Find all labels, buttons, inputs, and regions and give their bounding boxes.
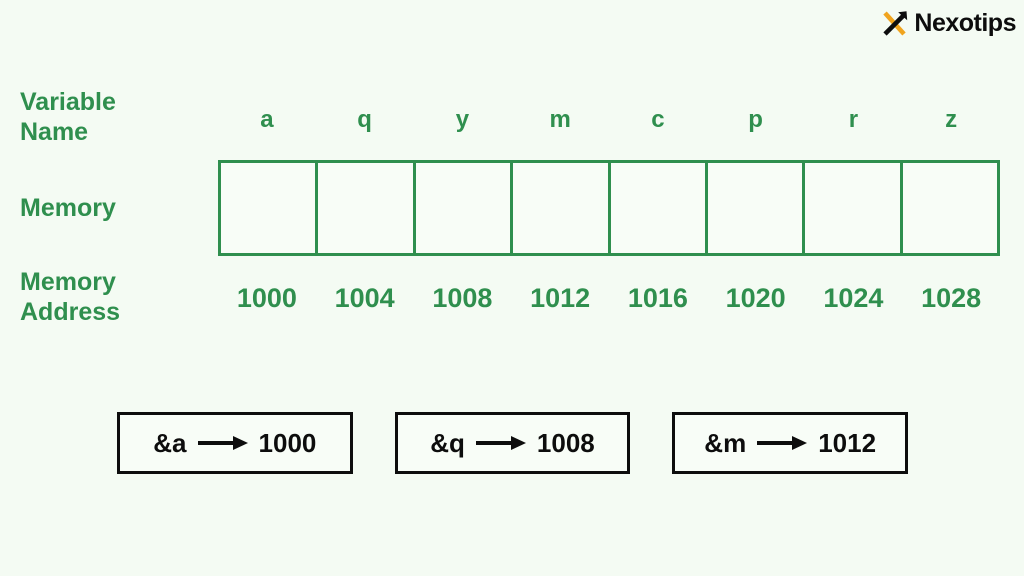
memory-cell [221, 163, 319, 253]
memory-cell-row [218, 160, 1000, 256]
variable-name-row: a q y m c p r z [218, 108, 1000, 132]
pointer-expression: &q [430, 428, 465, 458]
pointer-box: &a 1000 [117, 412, 353, 474]
memory-address: 1016 [627, 283, 688, 313]
pointer-value: 1000 [258, 428, 317, 458]
variable-name: a [260, 106, 274, 133]
memory-address: 1024 [823, 283, 884, 313]
memory-cell [611, 163, 708, 253]
memory-address-row: 1000 1004 1008 1012 1016 1020 1024 1028 [218, 285, 1000, 312]
memory-cell [416, 163, 514, 253]
memory-address: 1012 [530, 283, 591, 313]
variable-name: m [549, 106, 571, 133]
pointer-expression: &m [704, 428, 747, 458]
memory-cell [903, 163, 997, 253]
variable-name: p [748, 106, 763, 133]
variable-name: r [848, 106, 859, 133]
pointer-box: &m 1012 [672, 412, 909, 474]
memory-address: 1028 [921, 283, 982, 313]
memory-address: 1020 [725, 283, 786, 313]
memory-address: 1004 [334, 283, 395, 313]
memory-cell [513, 163, 611, 253]
pointer-expression: &a [153, 428, 187, 458]
right-arrow-icon [197, 436, 248, 450]
variable-name: z [945, 106, 958, 133]
memory-cell [805, 163, 903, 253]
variable-name: q [357, 106, 372, 133]
memory-address-diagram: Variable Name Memory Memory Address a q … [0, 0, 1024, 576]
pointer-examples: &a 1000 &q 1008 &m 1012 [117, 412, 909, 474]
pointer-value: 1008 [536, 428, 595, 458]
row-label-memory-address: Memory Address [20, 268, 121, 326]
right-arrow-icon [475, 436, 526, 450]
pointer-value: 1012 [818, 428, 877, 458]
row-label-variable-name: Variable Name [20, 88, 116, 146]
memory-cell [318, 163, 416, 253]
right-arrow-icon [757, 436, 808, 450]
row-label-memory: Memory [20, 194, 116, 222]
pointer-box: &q 1008 [394, 412, 631, 474]
memory-address: 1000 [236, 283, 297, 313]
memory-address: 1008 [432, 283, 493, 313]
memory-cell [708, 163, 806, 253]
variable-name: y [455, 106, 470, 133]
variable-name: c [651, 106, 665, 133]
